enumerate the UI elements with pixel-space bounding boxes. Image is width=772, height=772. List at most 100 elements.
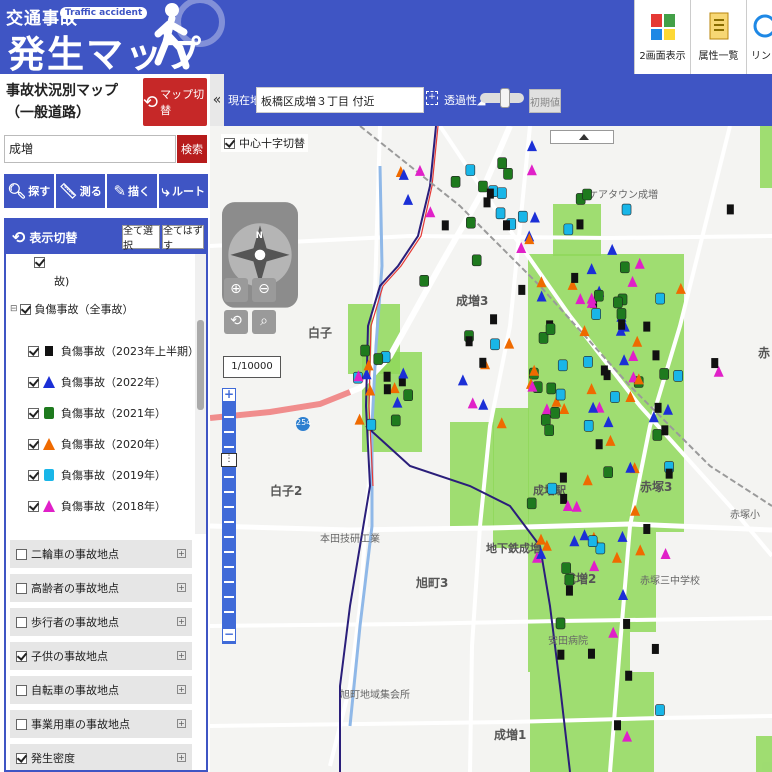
opacity-slider-knob[interactable] <box>500 88 510 108</box>
search-input[interactable]: 成増 <box>4 135 176 163</box>
expand-icon[interactable]: + <box>177 685 186 694</box>
accident-marker[interactable] <box>618 588 629 600</box>
accident-marker[interactable] <box>603 466 613 478</box>
accident-marker[interactable] <box>627 275 638 287</box>
zoom-slider[interactable] <box>222 388 236 644</box>
accident-marker[interactable] <box>621 203 632 216</box>
accident-marker[interactable] <box>546 382 557 395</box>
checkbox[interactable] <box>16 582 27 594</box>
accident-marker[interactable] <box>618 319 626 330</box>
expand-icon[interactable]: + <box>177 583 186 592</box>
accident-marker[interactable] <box>559 472 567 483</box>
accident-marker[interactable] <box>561 562 571 574</box>
scroll-thumb[interactable] <box>197 320 204 410</box>
category-row[interactable]: 子供の事故地点 + <box>10 642 192 670</box>
accident-marker[interactable] <box>536 276 547 288</box>
accident-marker[interactable] <box>591 308 601 320</box>
accident-marker[interactable] <box>540 414 551 426</box>
route-tool-button[interactable]: ⤷ ルート <box>158 174 208 208</box>
accident-marker[interactable] <box>502 220 510 231</box>
accident-marker[interactable] <box>547 482 557 495</box>
accident-marker[interactable] <box>490 314 498 325</box>
accident-marker[interactable] <box>587 648 595 659</box>
zoom-slider-knob[interactable]: ⋮ <box>221 453 237 467</box>
map-switch-button[interactable]: ⟲ マップ切替 <box>143 78 207 126</box>
accident-marker[interactable] <box>389 382 400 394</box>
accident-marker[interactable] <box>617 530 628 542</box>
accident-marker[interactable] <box>611 551 622 563</box>
accident-marker[interactable] <box>628 350 639 362</box>
accident-marker[interactable] <box>503 167 513 180</box>
map-canvas[interactable]: 成増3 成増駅 地下鉄成増 成増2 赤塚3 白子2 旭町3 成増1 赤 白子 2… <box>210 126 772 772</box>
accident-marker[interactable] <box>403 389 413 402</box>
accident-marker[interactable] <box>478 180 488 193</box>
accident-marker[interactable] <box>360 344 370 357</box>
map-top-handle[interactable] <box>550 130 614 144</box>
expand-icon[interactable]: + <box>177 549 186 558</box>
accident-marker[interactable] <box>497 157 507 170</box>
checkbox[interactable] <box>16 752 27 764</box>
accident-marker[interactable] <box>518 284 526 295</box>
search-button[interactable]: 検索 <box>177 135 207 163</box>
checkbox[interactable] <box>28 407 39 419</box>
accident-marker[interactable] <box>390 414 401 427</box>
accident-marker[interactable] <box>652 429 663 441</box>
accident-marker[interactable] <box>466 216 476 229</box>
checkbox[interactable] <box>16 616 27 628</box>
accident-marker[interactable] <box>479 357 487 368</box>
tree-item-layer[interactable]: 負傷事故（2019年） <box>28 462 166 488</box>
accident-marker[interactable] <box>545 323 556 335</box>
accident-marker[interactable] <box>486 188 494 199</box>
collapse-sidebar-button[interactable]: « <box>210 74 224 126</box>
accident-marker[interactable] <box>373 353 384 365</box>
accident-marker[interactable] <box>660 548 671 560</box>
accident-marker[interactable] <box>651 643 659 654</box>
accident-marker[interactable] <box>607 243 618 255</box>
accident-marker[interactable] <box>529 211 540 223</box>
draw-tool-button[interactable]: ✎ 描く <box>107 174 157 208</box>
checkbox[interactable] <box>28 345 39 357</box>
accident-marker[interactable] <box>483 197 491 208</box>
category-row[interactable]: 自転車の事故地点 + <box>10 676 192 704</box>
accident-marker[interactable] <box>619 261 630 274</box>
accident-marker[interactable] <box>605 434 616 446</box>
accident-marker[interactable] <box>655 704 665 716</box>
expand-icon[interactable]: + <box>177 719 186 728</box>
link-button[interactable]: リン <box>746 0 772 74</box>
accident-marker[interactable] <box>587 535 598 548</box>
accident-marker[interactable] <box>354 413 365 425</box>
accident-marker[interactable] <box>497 187 507 199</box>
accident-marker[interactable] <box>635 544 646 556</box>
opacity-slider[interactable] <box>480 88 524 108</box>
crosshair-toggle[interactable]: 中心十字切替 <box>221 134 308 152</box>
accident-marker[interactable] <box>673 370 683 382</box>
accident-marker[interactable] <box>634 257 645 269</box>
accident-marker[interactable] <box>383 384 391 395</box>
accident-marker[interactable] <box>630 504 641 516</box>
category-row[interactable]: 事業用車の事故地点 + <box>10 710 192 738</box>
checkbox[interactable] <box>28 376 39 388</box>
accident-marker[interactable] <box>586 383 597 395</box>
accident-marker[interactable] <box>586 263 597 275</box>
accident-marker[interactable] <box>675 282 686 294</box>
accident-marker[interactable] <box>662 403 673 415</box>
accident-marker[interactable] <box>544 424 554 437</box>
accident-marker[interactable] <box>711 358 719 369</box>
category-row[interactable]: 発生密度 + <box>10 744 192 770</box>
tree-item-layer[interactable]: 負傷事故（2023年上半期） <box>28 338 196 364</box>
accident-marker[interactable] <box>450 175 461 188</box>
zoom-in-button[interactable]: + <box>222 388 236 402</box>
accident-marker[interactable] <box>610 391 620 403</box>
accident-marker[interactable] <box>575 293 586 305</box>
accident-marker[interactable] <box>623 618 631 629</box>
checkbox[interactable] <box>224 137 235 149</box>
accident-marker[interactable] <box>583 419 594 432</box>
accident-marker[interactable] <box>576 219 584 230</box>
accident-marker[interactable] <box>595 439 603 450</box>
reset-button[interactable]: 初期値 <box>529 89 561 113</box>
tree-item-layer[interactable]: 負傷事故（2020年） <box>28 431 166 457</box>
accident-marker[interactable] <box>661 425 669 436</box>
accident-marker[interactable] <box>441 220 449 231</box>
accident-marker[interactable] <box>625 670 633 681</box>
accident-marker[interactable] <box>659 368 670 380</box>
